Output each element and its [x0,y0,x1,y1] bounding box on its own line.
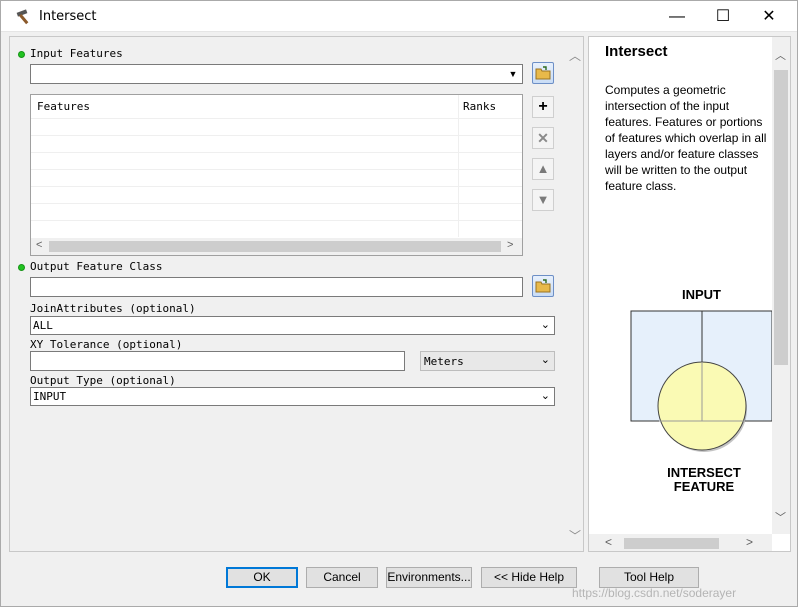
scroll-down-icon[interactable]: ﹀ [775,509,786,525]
browse-input-button[interactable] [532,62,554,84]
grid-column-features: Features [37,100,90,113]
minimize-button[interactable]: — [654,1,700,32]
grid-horizontal-scrollbar[interactable]: < > [31,238,522,255]
tool-help-button[interactable]: Tool Help [599,567,699,588]
scroll-right-icon[interactable]: > [746,535,753,549]
help-panel[interactable]: Intersect Computes a geometric intersect… [588,36,791,552]
arrow-down-icon: ▼ [536,192,550,207]
input-features-combo[interactable]: ▼ [30,64,523,84]
grid-scroll-thumb[interactable] [49,241,501,252]
diagram-output-label-2: FEATURE [673,479,735,494]
scroll-up-icon[interactable]: ︿ [775,47,786,63]
input-features-grid[interactable]: Features Ranks < > [30,94,523,256]
move-down-button[interactable]: ▼ [532,189,554,211]
scroll-left-icon[interactable]: < [36,239,42,251]
required-dot-icon [18,51,25,58]
join-attributes-label: JoinAttributes (optional) [30,302,196,315]
add-row-button[interactable]: + [532,96,554,118]
cancel-button[interactable]: Cancel [306,567,378,588]
move-up-button[interactable]: ▲ [532,158,554,180]
required-dot-icon [18,264,25,271]
title-bar[interactable]: Intersect — ☐ ✕ [1,1,797,32]
grid-row-line [31,152,522,153]
grid-row-line [31,220,522,221]
maximize-button[interactable]: ☐ [700,1,746,32]
xy-tolerance-label: XY Tolerance (optional) [30,338,183,351]
help-title: Intersect [605,43,668,60]
help-vertical-scrollbar[interactable]: ︿ ﹀ [772,37,790,534]
help-horizontal-scrollbar[interactable]: < > [589,534,772,551]
output-class-field[interactable] [30,277,523,297]
browse-output-button[interactable] [532,275,554,297]
folder-icon [535,279,551,293]
xy-units-value: Meters [424,355,464,368]
output-type-value: INPUT [33,390,67,403]
close-button[interactable]: ✕ [746,1,792,32]
x-icon: ✕ [537,130,549,146]
scroll-up-icon[interactable]: ︿ [569,47,581,64]
grid-row-line [31,203,522,204]
grid-row-line [31,135,522,136]
intersect-diagram [630,310,772,452]
delete-row-button[interactable]: ✕ [532,127,554,149]
xy-units-select[interactable]: Meters ⌄ [420,351,555,371]
hide-help-button[interactable]: << Hide Help [481,567,577,588]
grid-row-line [31,169,522,170]
scroll-right-icon[interactable]: > [507,239,513,251]
grid-column-ranks: Ranks [463,100,497,113]
scroll-left-icon[interactable]: < [605,535,612,549]
chevron-down-icon: ⌄ [540,390,550,402]
help-scroll-thumb[interactable] [774,70,788,365]
join-attributes-select[interactable]: ALL ⌄ [30,316,555,335]
plus-icon: + [538,98,548,115]
scroll-down-icon[interactable]: ﹀ [569,527,581,544]
output-type-label: Output Type (optional) [30,374,176,387]
dropdown-arrow-icon[interactable]: ▼ [506,67,520,81]
watermark-text: https://blog.csdn.net/soderayer [572,586,737,600]
input-features-label: Input Features [30,47,123,60]
output-type-select[interactable]: INPUT ⌄ [30,387,555,406]
grid-row-line [31,186,522,187]
help-description: Computes a geometric intersection of the… [605,83,767,193]
grid-divider [458,95,459,237]
xy-tolerance-input[interactable] [30,351,405,371]
window-title: Intersect [39,9,97,24]
chevron-down-icon: ⌄ [540,354,550,366]
hammer-icon [16,9,29,25]
diagram-input-label: INPUT [682,287,721,302]
output-class-label: Output Feature Class [30,260,163,273]
join-attributes-value: ALL [33,319,53,332]
grid-row-line [31,118,522,119]
help-hscroll-thumb[interactable] [624,538,719,549]
diagram-output-label-1: INTERSECT [667,465,741,480]
intersect-dialog: Intersect — ☐ ✕ Input Features ▼ Feature… [0,0,798,607]
environments-button[interactable]: Environments... [386,567,472,588]
folder-icon [535,66,551,80]
arrow-up-icon: ▲ [536,161,550,176]
ok-button[interactable]: OK [226,567,298,588]
chevron-down-icon: ⌄ [540,319,550,331]
parameters-panel[interactable]: Input Features ▼ Features Ranks < > + ✕ … [9,36,584,552]
